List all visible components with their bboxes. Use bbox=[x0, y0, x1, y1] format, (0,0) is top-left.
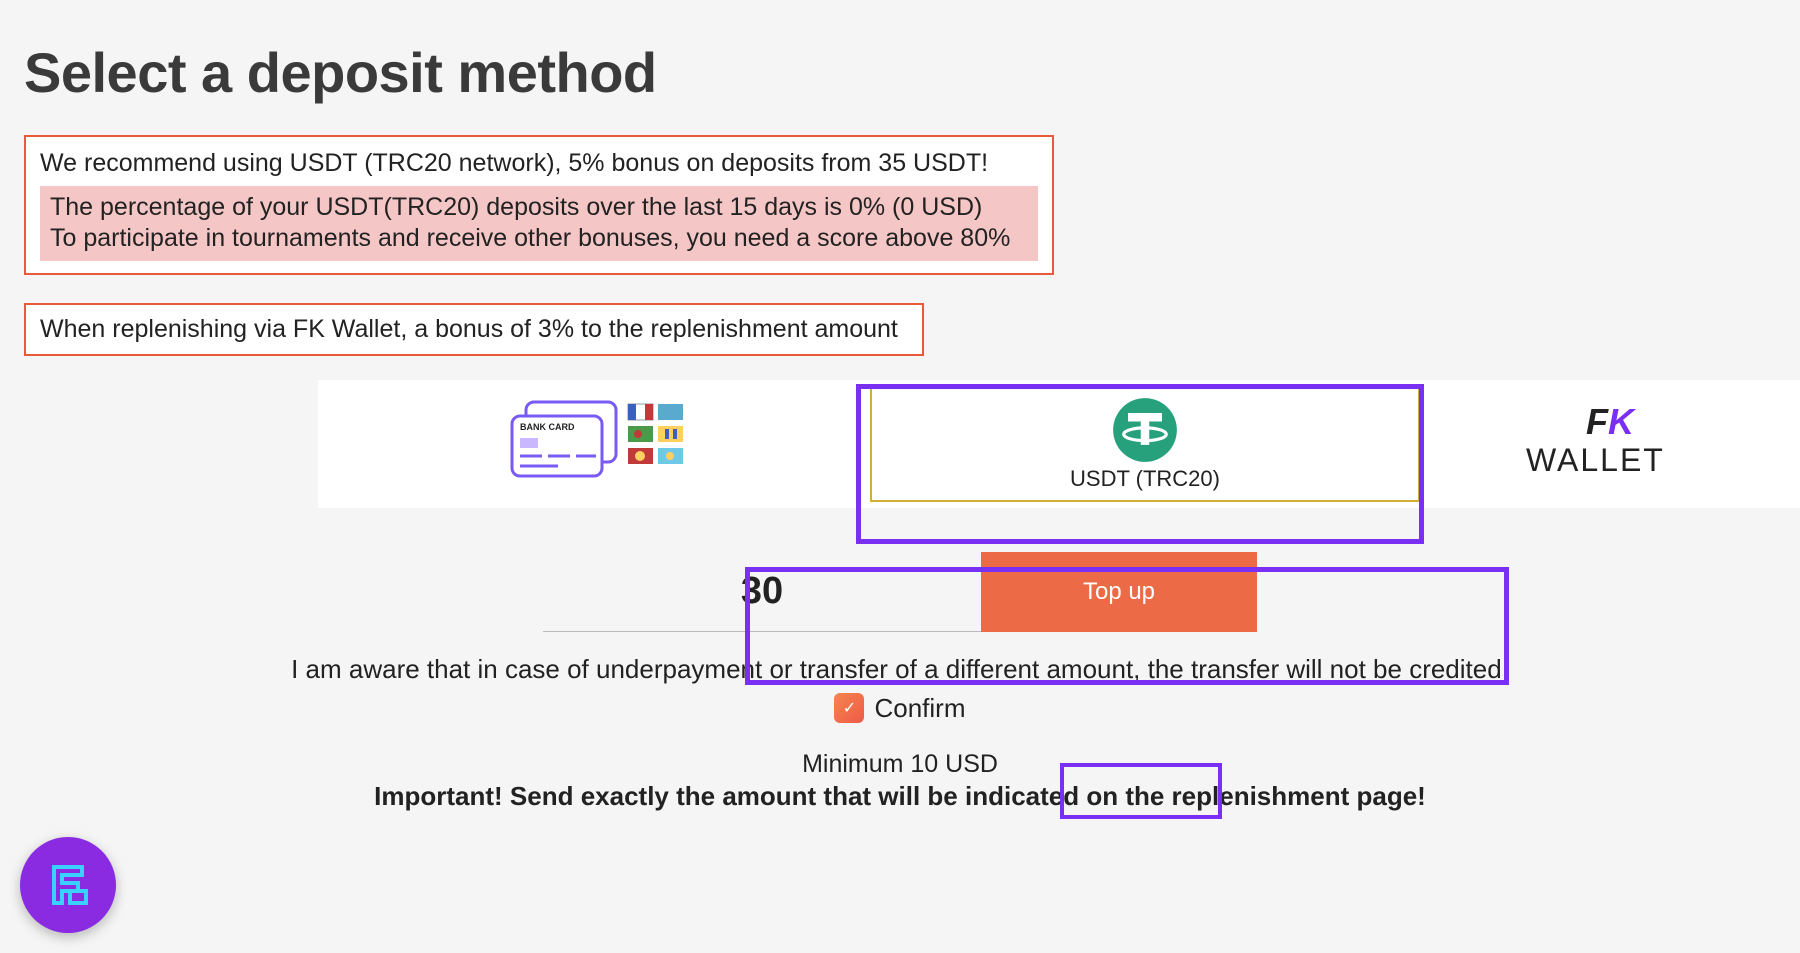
info-box-fk-bonus: When replenishing via FK Wallet, a bonus… bbox=[24, 303, 924, 356]
tether-icon bbox=[1111, 396, 1179, 464]
minimum-text: Minimum 10 USD bbox=[0, 750, 1800, 779]
score-requirement-text: To participate in tournaments and receiv… bbox=[50, 223, 1028, 254]
deposit-pct-text: The percentage of your USDT(TRC20) depos… bbox=[50, 192, 1028, 223]
method-bank-card[interactable]: BANK CARD bbox=[318, 380, 868, 508]
page-title: Select a deposit method bbox=[0, 0, 1800, 105]
fk-wallet-icon: F K WALLET bbox=[1526, 399, 1696, 489]
logo-icon bbox=[42, 859, 94, 911]
amount-input[interactable] bbox=[543, 552, 981, 632]
method-usdt-trc20[interactable]: USDT (TRC20) bbox=[870, 380, 1420, 508]
svg-text:F: F bbox=[1586, 401, 1609, 442]
confirm-row: ✓ Confirm bbox=[0, 693, 1800, 724]
method-usdt-label: USDT (TRC20) bbox=[1070, 466, 1220, 492]
top-up-button[interactable]: Top up bbox=[981, 552, 1257, 632]
amount-section: Top up bbox=[0, 552, 1800, 632]
method-fk-wallet[interactable]: F K WALLET bbox=[1422, 380, 1800, 508]
method-usdt-selected-frame: USDT (TRC20) bbox=[870, 386, 1420, 502]
confirm-label: Confirm bbox=[874, 693, 965, 724]
disclaimer-text: I am aware that in case of underpayment … bbox=[0, 654, 1800, 685]
svg-text:K: K bbox=[1608, 401, 1637, 442]
bank-card-icon: BANK CARD bbox=[498, 394, 688, 494]
confirm-checkbox[interactable]: ✓ bbox=[834, 693, 864, 723]
important-text: Important! Send exactly the amount that … bbox=[0, 781, 1800, 812]
recommend-text: We recommend using USDT (TRC20 network),… bbox=[40, 149, 1038, 178]
check-icon: ✓ bbox=[843, 698, 856, 718]
amount-box: Top up bbox=[543, 552, 1257, 632]
deposit-score-panel: The percentage of your USDT(TRC20) depos… bbox=[40, 186, 1038, 261]
svg-text:WALLET: WALLET bbox=[1526, 442, 1665, 478]
info-box-usdt-recommend: We recommend using USDT (TRC20 network),… bbox=[24, 135, 1054, 275]
payment-methods-row: BANK CARD USDT (TRC20) F bbox=[318, 380, 1800, 508]
floating-logo-button[interactable] bbox=[20, 837, 116, 933]
svg-text:BANK CARD: BANK CARD bbox=[520, 422, 575, 432]
